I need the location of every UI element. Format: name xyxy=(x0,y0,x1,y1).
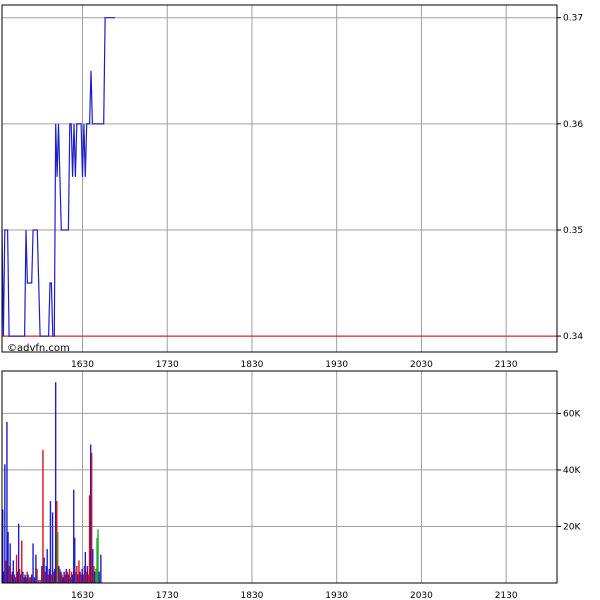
y-tick-label: 0.37 xyxy=(563,14,583,24)
x-tick-label: 2030 xyxy=(410,360,433,370)
x-tick-label: 1630 xyxy=(71,360,94,370)
y-tick-label: 0.36 xyxy=(563,120,583,130)
price-volume-chart: 0.34 0.35 0.36 0.37 1630 1730 1830 1930 2030 213… xyxy=(0,0,600,600)
x-tick-label: 1930 xyxy=(325,360,348,370)
y-tick-label: 0.35 xyxy=(563,226,583,236)
x-tick-label: 1930 xyxy=(325,591,348,600)
watermark-text: ©advfn.com xyxy=(7,343,70,354)
x-tick-label: 2130 xyxy=(495,360,518,370)
x-tick-label: 2130 xyxy=(495,591,518,600)
y-tick-label: 0.34 xyxy=(563,332,583,342)
y-tick-label: 20K xyxy=(563,522,581,532)
x-tick-label: 1730 xyxy=(156,360,179,370)
x-tick-label: 1830 xyxy=(241,360,264,370)
y-tick-label: 60K xyxy=(563,409,581,419)
x-tick-label: 1630 xyxy=(71,591,94,600)
x-tick-label: 1730 xyxy=(156,591,179,600)
x-tick-label: 2030 xyxy=(410,591,433,600)
y-tick-label: 40K xyxy=(563,466,581,476)
x-tick-label: 1830 xyxy=(241,591,264,600)
